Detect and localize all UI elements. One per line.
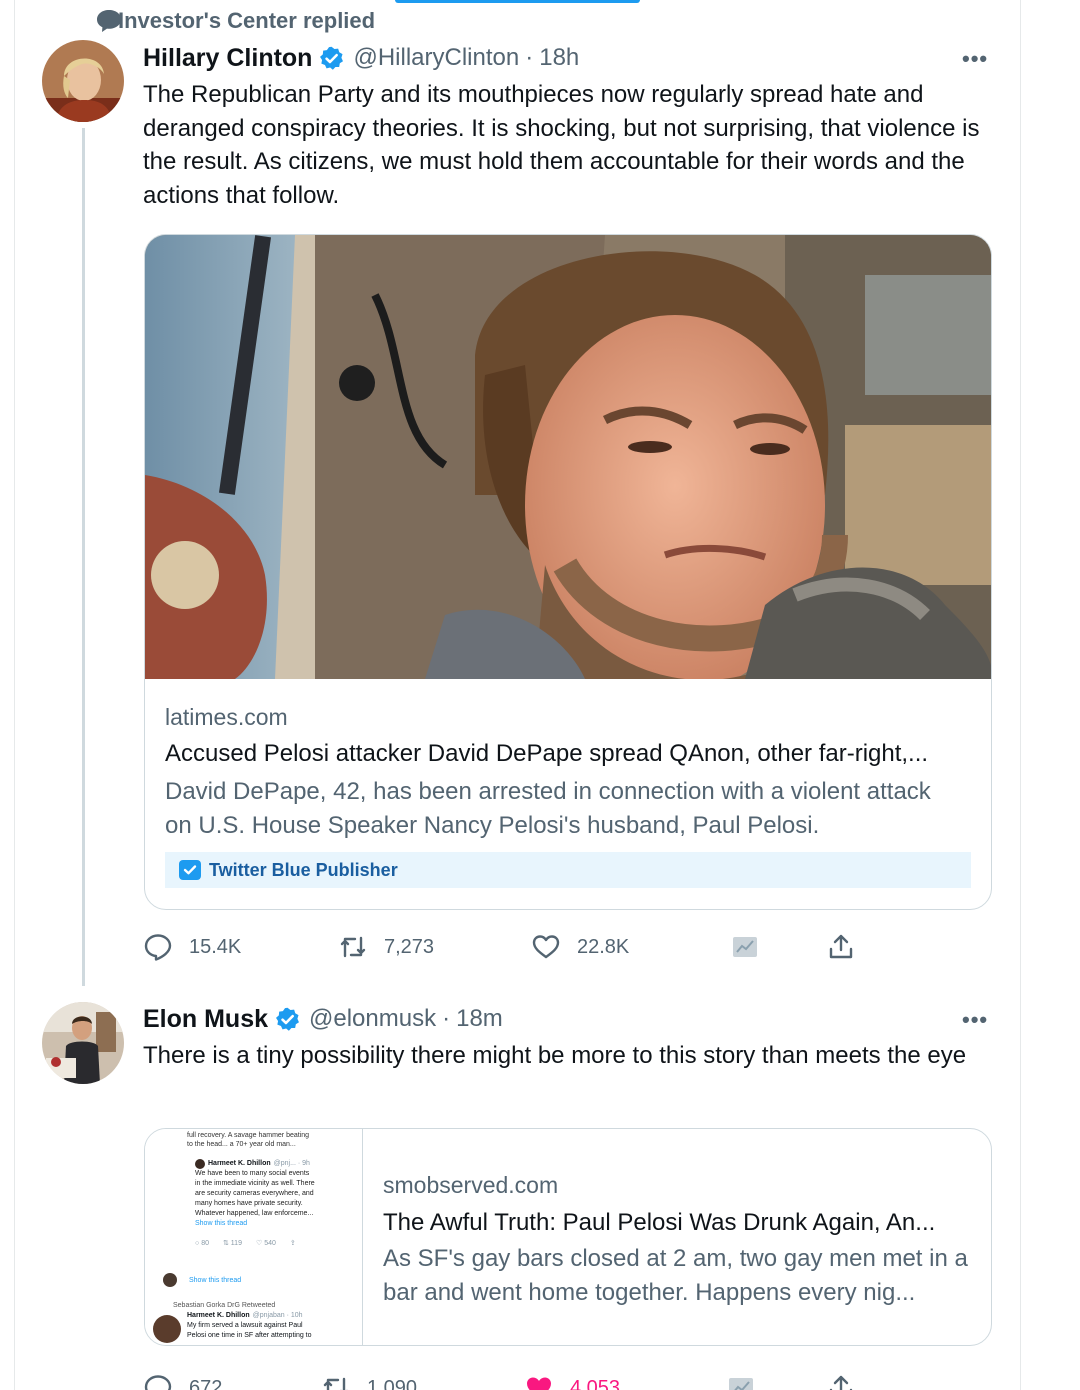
verified-badge-icon (276, 1007, 299, 1031)
card-title: The Awful Truth: Paul Pelosi Was Drunk A… (383, 1209, 936, 1236)
tweet-actions: 15.4K 7,273 22.8K (143, 927, 883, 967)
card-description: David DePape, 42, has been arrested in c… (165, 778, 931, 839)
more-options-icon[interactable]: ••• (962, 46, 988, 72)
link-card[interactable]: latimes.com Accused Pelosi attacker Davi… (144, 234, 992, 910)
thumb-mini-count: 80 (201, 1240, 209, 1247)
avatar[interactable] (42, 1002, 124, 1084)
heart-icon (532, 935, 560, 959)
share-button[interactable] (826, 1368, 856, 1390)
tweet-text: There is a tiny possibility there might … (143, 1042, 967, 1069)
retweet-count: 1,090 (367, 1376, 418, 1390)
thumb-avatar (195, 1159, 205, 1169)
card-title: Accused Pelosi attacker David DePape spr… (165, 740, 929, 767)
thumb-avatar (163, 1273, 177, 1287)
thumb-bottom-tweet: Sebastian Gorka DrG Retweeted Harmeet K.… (173, 1301, 361, 1341)
thumb-bottom-name: Harmeet K. Dhillon (187, 1312, 250, 1319)
publisher-label: Twitter Blue Publisher (209, 859, 398, 880)
card-image (145, 235, 991, 679)
thumb-mini-like: ♡ 540 (255, 1240, 276, 1247)
share-icon (829, 934, 853, 959)
like-button[interactable]: 22.8K (531, 927, 629, 967)
reply-count: 15.4K (189, 935, 242, 958)
retweet-icon (340, 936, 366, 958)
heart-filled-icon (527, 1377, 551, 1390)
dot-separator: · (442, 1005, 451, 1032)
reply-button[interactable]: 672 (143, 1368, 222, 1390)
thumb-mini-actions: ○ 80 ⇅ 119 ♡ 540 ⇪ (195, 1239, 355, 1249)
thumb-bottom-header: Harmeet K. Dhillon @pnjaban · 10h (173, 1311, 361, 1321)
twitter-blue-icon (179, 860, 201, 880)
thumb-reply-tweet: Harmeet K. Dhillon @pnj... · 9h We have … (195, 1159, 355, 1249)
thumb-line: Pelosi one time in SF after attempting t… (187, 1332, 312, 1339)
thumb-reply-body: We have been to many social events in th… (195, 1169, 355, 1219)
like-button[interactable]: 4,053 (524, 1368, 620, 1390)
tweet-actions: 672 1,090 4,053 (143, 1368, 883, 1390)
avatar[interactable] (42, 40, 124, 122)
thumb-mini-reply: ○ 80 (195, 1240, 209, 1247)
analytics-icon (733, 937, 757, 957)
author-handle[interactable]: @elonmusk (309, 1005, 436, 1033)
thumb-show-thread-row: Show this thread (163, 1273, 241, 1287)
author-name[interactable]: Elon Musk (143, 1005, 268, 1034)
like-count: 22.8K (577, 935, 630, 958)
card-domain: smobserved.com (383, 1172, 559, 1198)
thumb-mini-count: 119 (230, 1240, 242, 1247)
reply-button[interactable]: 15.4K (143, 927, 241, 967)
thumb-quoted-top: full recovery. A savage hammer beating t… (187, 1131, 357, 1149)
thumb-mini-share: ⇪ (289, 1240, 296, 1247)
thumb-show-thread: Show this thread (195, 1220, 248, 1227)
retweet-button[interactable]: 7,273 (338, 927, 434, 967)
reply-count: 672 (189, 1376, 223, 1390)
reply-context-label[interactable]: Investor's Center replied (118, 8, 375, 34)
reply-context: Investor's Center replied (96, 8, 375, 34)
author-handle[interactable]: @HillaryClinton (353, 44, 519, 72)
retweet-icon (323, 1377, 348, 1390)
thumb-line: Whatever happened, law enforceme... (195, 1210, 314, 1217)
reply-icon (144, 934, 172, 961)
thumb-line: many homes have private security. (195, 1200, 303, 1207)
analytics-button[interactable] (730, 927, 760, 967)
card-domain: latimes.com (165, 704, 288, 730)
card-thumbnail: full recovery. A savage hammer beating t… (145, 1129, 363, 1345)
retweet-button[interactable]: 1,090 (321, 1368, 417, 1390)
share-icon (829, 1375, 853, 1390)
share-button[interactable] (826, 927, 856, 967)
link-card[interactable]: full recovery. A savage hammer beating t… (144, 1128, 992, 1346)
thumb-mini-count: 540 (264, 1240, 276, 1247)
reply-icon (144, 1375, 172, 1390)
thread-connector-line (82, 128, 85, 986)
thumb-show-thread: Show this thread (189, 1276, 242, 1284)
tweet-header: Elon Musk @elonmusk · 18m (143, 1003, 503, 1035)
thumb-retweeted-by: Sebastian Gorka DrG Retweeted (173, 1302, 276, 1309)
more-options-icon[interactable]: ••• (962, 1007, 988, 1033)
tweet-text: The Republican Party and its mouthpieces… (143, 81, 980, 209)
like-count: 4,053 (570, 1376, 621, 1390)
thumb-line: in the immediate vicinity as well. There (195, 1180, 315, 1187)
author-name[interactable]: Hillary Clinton (143, 44, 312, 73)
thumb-line: My firm served a lawsuit against Paul (187, 1322, 303, 1329)
thumb-reply-name: Harmeet K. Dhillon (208, 1160, 271, 1167)
dot-separator: · (525, 44, 534, 71)
thumb-reply-handle: @pnj... · 9h (273, 1160, 310, 1167)
thumb-mini-retweet: ⇅ 119 (222, 1240, 242, 1247)
tweet-timestamp[interactable]: 18m (456, 1005, 503, 1033)
analytics-icon (729, 1378, 753, 1390)
thumb-line: to the head... a 70+ year old man... (187, 1141, 296, 1148)
tweet-elon-musk[interactable]: Elon Musk @elonmusk · 18m ••• There is a… (0, 990, 1080, 1390)
tweet-header: Hillary Clinton @HillaryClinton · 18h (143, 42, 579, 74)
thumb-avatar (153, 1315, 181, 1343)
tweet-timestamp[interactable]: 18h (539, 44, 579, 72)
speech-bubble-icon (97, 10, 121, 32)
thumb-reply-header: Harmeet K. Dhillon @pnj... · 9h (195, 1159, 355, 1169)
thumb-line: full recovery. A savage hammer beating (187, 1132, 310, 1139)
thumb-line: are security cameras everywhere, and (195, 1190, 314, 1197)
thumb-line: We have been to many social events (195, 1170, 310, 1177)
thumb-bottom-handle: @pnjaban · 10h (252, 1312, 303, 1319)
card-description: As SF's gay bars closed at 2 am, two gay… (383, 1245, 968, 1306)
tweet-hillary-clinton[interactable]: Investor's Center replied Hillary Clinto… (0, 0, 1080, 990)
publisher-banner: Twitter Blue Publisher (165, 852, 971, 888)
analytics-button[interactable] (726, 1368, 756, 1390)
verified-badge-icon (320, 46, 344, 70)
retweet-count: 7,273 (384, 935, 435, 958)
